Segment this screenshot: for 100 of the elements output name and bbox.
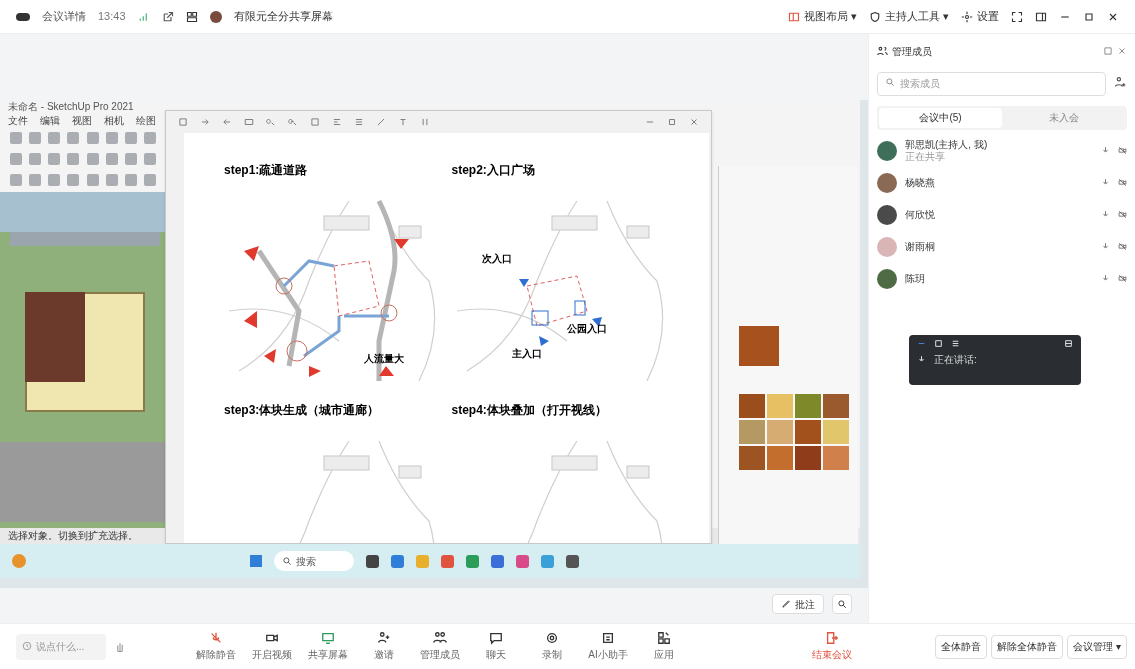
speaking-label: 正在讲话:: [934, 352, 977, 367]
menu-item[interactable]: 视图: [72, 114, 92, 128]
restore-icon: [1083, 10, 1095, 23]
search-icon: [282, 556, 292, 566]
panel-title: 管理成员: [892, 44, 932, 59]
material-swatch: [767, 420, 793, 444]
member-row[interactable]: 陈玥: [877, 267, 1127, 290]
member-row[interactable]: 杨晓燕: [877, 171, 1127, 194]
start-icon: [250, 555, 262, 567]
toolbar-button[interactable]: 管理成员: [416, 631, 464, 662]
member-name: 谢雨桐: [905, 240, 936, 253]
host-button[interactable]: 会议管理 ▾: [1067, 634, 1127, 659]
camera-off-icon: [1118, 178, 1127, 187]
taskbar-app-icon[interactable]: [491, 554, 504, 568]
toolbar-icon: [266, 117, 276, 127]
toolbar-icon: [354, 117, 364, 127]
chat-input[interactable]: 说点什么...: [16, 633, 106, 660]
toolbar-icon: [310, 117, 320, 127]
toolbar-icon: [288, 117, 298, 127]
camera-off-icon: [1118, 274, 1127, 283]
people-icon: [877, 45, 888, 57]
settings-button[interactable]: 设置: [961, 8, 999, 25]
end-meeting-button[interactable]: 结束会议: [812, 631, 852, 662]
toolbar-button[interactable]: 聊天: [472, 631, 520, 662]
add-person-icon: [377, 631, 391, 645]
screen-icon: [321, 631, 335, 645]
member-name: 陈玥: [905, 272, 926, 285]
taskbar-search[interactable]: 搜索: [274, 551, 354, 571]
material-swatch: [767, 394, 793, 418]
map-label: 次入口: [481, 252, 512, 266]
annotate-button[interactable]: 批注: [772, 594, 824, 614]
logo-icon: [16, 12, 30, 21]
clock-icon: [22, 641, 32, 652]
chat-icon: [489, 631, 503, 645]
menu-item[interactable]: 文件: [8, 114, 28, 128]
panel-title: step3:体块生成（城市通廊）: [224, 402, 381, 419]
member-name: 何欣悦: [905, 208, 936, 221]
member-row[interactable]: 何欣悦: [877, 203, 1127, 226]
material-swatch: [767, 446, 793, 470]
toolbar-button[interactable]: 应用: [640, 631, 688, 662]
meeting-title: 有限元全分共享屏幕: [233, 9, 333, 25]
settings-icon: [961, 10, 973, 23]
toolbar-button[interactable]: 开启视频: [248, 631, 296, 662]
zoom-button[interactable]: [832, 594, 852, 614]
toolbar-icon: [222, 117, 232, 127]
toolbar-icon: [376, 117, 386, 127]
sidebar-icon: [1035, 10, 1047, 23]
record-icon: [545, 631, 559, 645]
host-tools-button[interactable]: 主持人工具 ▾: [868, 8, 949, 25]
toolbar-button[interactable]: 解除静音: [192, 631, 240, 662]
material-swatch: [795, 446, 821, 470]
toolbar-icon: [244, 117, 254, 127]
material-preview: [739, 326, 779, 366]
menu-item[interactable]: 编辑: [40, 114, 60, 128]
pen-icon: [781, 599, 791, 609]
layout-button[interactable]: 视图布局 ▾: [787, 8, 857, 25]
search-icon: [885, 77, 895, 87]
camera-off-icon: [1118, 146, 1127, 155]
member-row[interactable]: 郭思凯(主持人, 我) 正在共享: [877, 139, 1127, 162]
signal-icon: [137, 10, 150, 23]
taskbar-app-icon[interactable]: [391, 554, 404, 568]
meeting-info-button[interactable]: 会议详情: [42, 8, 86, 25]
zoom-icon: [837, 599, 847, 609]
document-icon: [601, 631, 615, 645]
meeting-duration: 13:43: [98, 9, 126, 25]
fullscreen-icon: [1011, 10, 1023, 23]
window-title: 未命名 - SketchUp Pro 2021: [7, 100, 135, 114]
menu-item[interactable]: 相机: [104, 114, 124, 128]
host-button[interactable]: 解除全体静音: [991, 634, 1064, 659]
host-button[interactable]: 全体静音: [935, 634, 988, 659]
toolbar-button[interactable]: 共享屏幕: [304, 631, 352, 662]
toolbar-icon: [398, 117, 408, 127]
search-field[interactable]: 搜索成员: [877, 71, 1106, 96]
toolbar-icon: [178, 117, 188, 127]
material-swatch: [795, 420, 821, 444]
member-status: 正在共享: [905, 150, 946, 163]
taskbar-app-icon[interactable]: [566, 554, 579, 568]
apps-icon: [657, 631, 671, 645]
taskbar-app-icon[interactable]: [366, 554, 379, 568]
toolbar-button[interactable]: AI小助手: [584, 631, 632, 662]
material-swatch: [823, 446, 849, 470]
toolbar-icon: [420, 117, 430, 127]
menu-item[interactable]: 绘图: [136, 114, 156, 128]
toolbar-button[interactable]: 邀请: [360, 631, 408, 662]
material-swatch: [823, 394, 849, 418]
map-label: 人流量大: [364, 352, 404, 366]
tab[interactable]: 会议中(5): [879, 107, 1002, 128]
weather-icon: [12, 554, 26, 568]
camera-off-icon: [1118, 242, 1127, 251]
user-avatar: [209, 10, 222, 23]
toolbar-button[interactable]: 录制: [528, 631, 576, 662]
member-name: 杨晓燕: [905, 176, 936, 189]
member-row[interactable]: 谢雨桐: [877, 235, 1127, 258]
list-icon: [951, 338, 960, 348]
shield-icon: [868, 10, 881, 23]
panel-title: step2:入口广场: [451, 162, 536, 179]
add-person-icon: [1114, 76, 1127, 90]
people-icon: [433, 631, 447, 645]
toolbar-icon: [200, 117, 210, 127]
material-swatch: [823, 420, 849, 444]
